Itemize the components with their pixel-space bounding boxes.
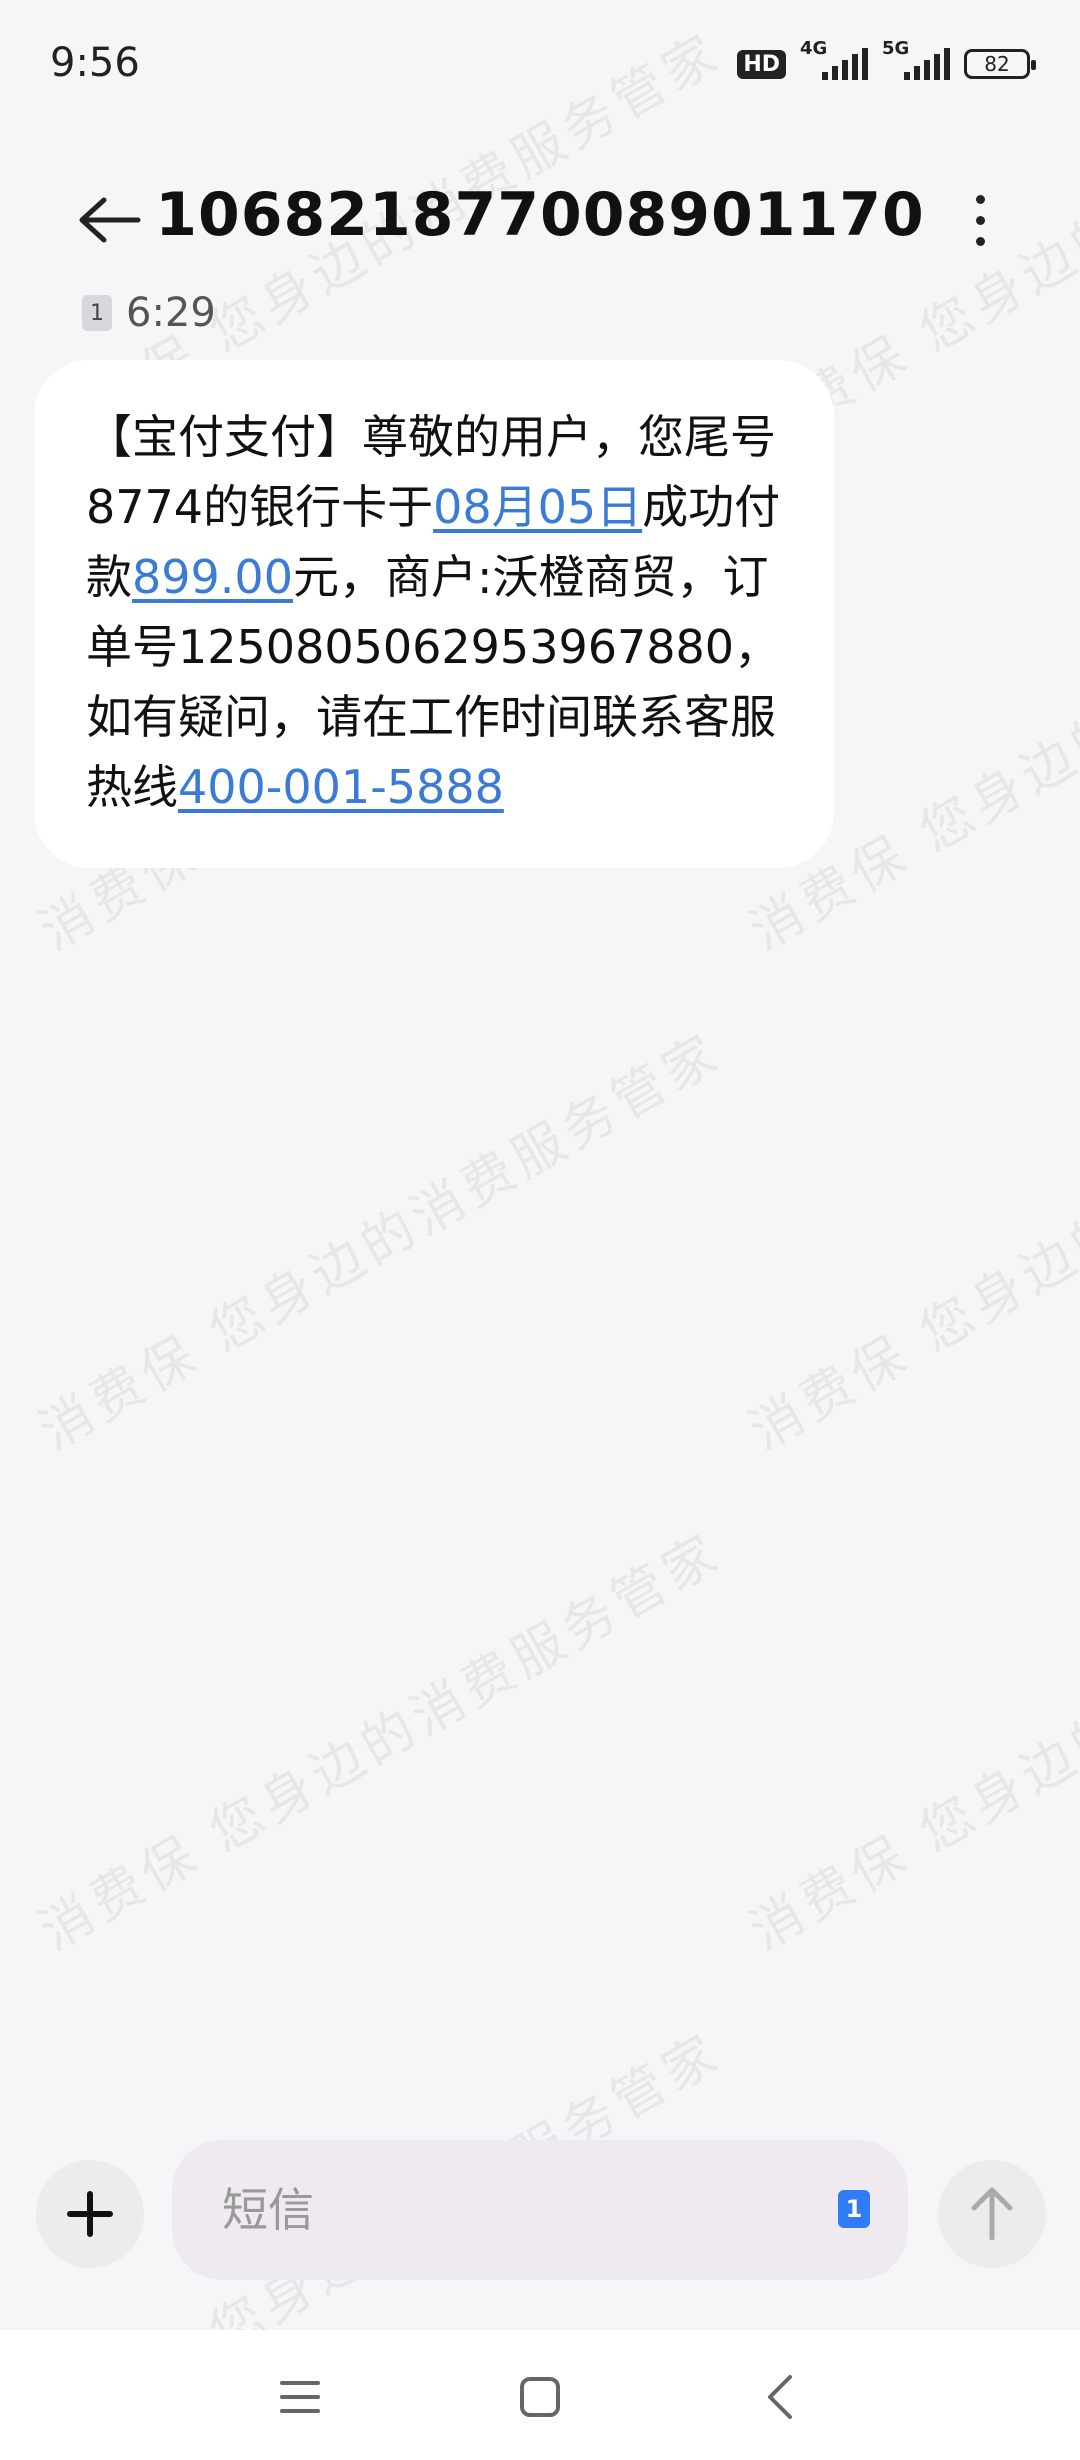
status-time: 9:56 (50, 40, 140, 86)
compose-bar: 1 (0, 2140, 1080, 2280)
chevron-left-icon (768, 2375, 792, 2419)
message-timestamp: 1 6:29 (82, 290, 216, 336)
sim-slot-badge: 1 (82, 295, 112, 331)
more-vertical-icon (975, 194, 985, 204)
signal-5g-icon: 5G (882, 38, 950, 80)
more-options-button[interactable] (950, 180, 1010, 260)
attach-button[interactable] (36, 2160, 144, 2268)
system-nav-bar (0, 2330, 1080, 2460)
send-button[interactable] (938, 2160, 1046, 2268)
status-icons: HD 4G 5G 82 (737, 38, 1036, 80)
watermark: 消费保 您身边的消费服务管家 (739, 1022, 1080, 1463)
network-type-label: 5G (882, 38, 910, 59)
menu-icon (280, 2381, 320, 2413)
watermark: 消费保 您身边的消费服务管家 (29, 1022, 733, 1463)
message-input-box[interactable]: 1 (172, 2140, 908, 2280)
message-input[interactable] (222, 2140, 782, 2280)
date-link[interactable]: 08月05日 (433, 480, 642, 534)
plus-icon (67, 2191, 113, 2237)
battery-icon: 82 (964, 49, 1036, 79)
arrow-up-icon (971, 2187, 1013, 2241)
watermark: 消费保 您身边的消费服务管家 (29, 1522, 733, 1963)
watermark: 消费保 您身边的消费服务管家 (739, 1522, 1080, 1963)
message-bubble[interactable]: 【宝付支付】尊敬的用户，您尾号8774的银行卡于08月05日成功付款899.00… (34, 360, 834, 868)
phone-link[interactable]: 400-001-5888 (178, 760, 504, 814)
battery-level: 82 (984, 52, 1010, 76)
sms-conversation-screen: 消费保 您身边的消费服务管家 消费保 您身边的消费服务管家 消费保 您身边的消费… (0, 0, 1080, 2460)
nav-home-button[interactable] (500, 2362, 580, 2432)
hd-voice-icon: HD (737, 49, 786, 79)
nav-back-button[interactable] (740, 2362, 820, 2432)
sender-number-title: 10682187700890117​0 (155, 180, 925, 250)
status-bar: 9:56 HD 4G 5G 82 (0, 0, 1080, 140)
message-time: 6:29 (126, 290, 216, 336)
square-icon (520, 2377, 560, 2417)
network-type-label: 4G (800, 38, 828, 59)
nav-menu-button[interactable] (260, 2362, 340, 2432)
sim-select-button[interactable]: 1 (838, 2190, 870, 2228)
amount-link[interactable]: 899.00 (132, 550, 293, 604)
signal-4g-icon: 4G (800, 38, 868, 80)
